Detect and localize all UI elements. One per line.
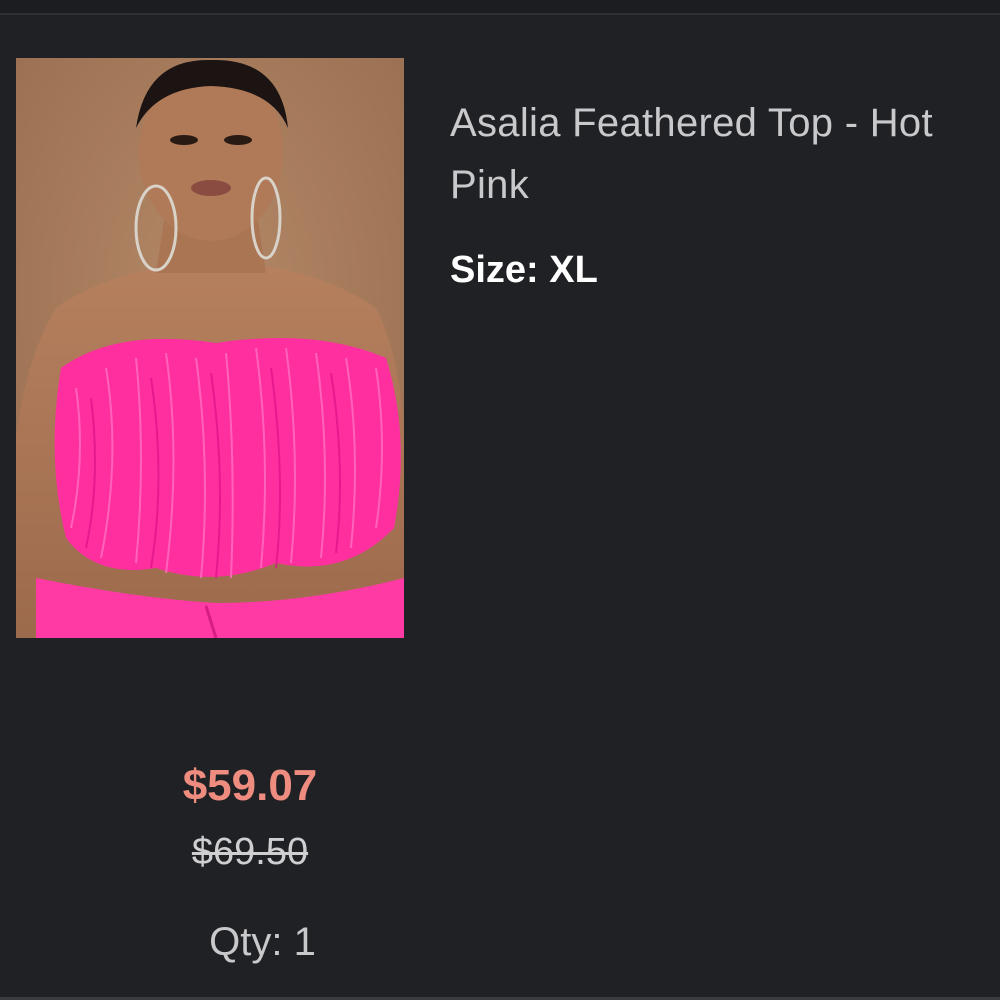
size-value: XL	[549, 249, 598, 291]
size-info: Size: XL	[450, 246, 598, 294]
qty-value: 1	[293, 920, 316, 964]
qty-label: Qty:	[209, 920, 283, 964]
quantity-info: Qty: 1	[100, 914, 425, 970]
size-label: Size:	[450, 249, 539, 291]
price-block: $59.07 $69.50	[100, 756, 400, 882]
product-photo-illustration	[16, 58, 404, 638]
cart-item-page: Asalia Feathered Top - Hot Pink Size: XL…	[0, 0, 1000, 1000]
top-divider	[0, 0, 1000, 15]
product-image[interactable]	[16, 58, 404, 638]
product-title[interactable]: Asalia Feathered Top - Hot Pink	[450, 92, 950, 216]
original-price: $69.50	[191, 831, 309, 873]
sale-price: $59.07	[182, 761, 318, 810]
